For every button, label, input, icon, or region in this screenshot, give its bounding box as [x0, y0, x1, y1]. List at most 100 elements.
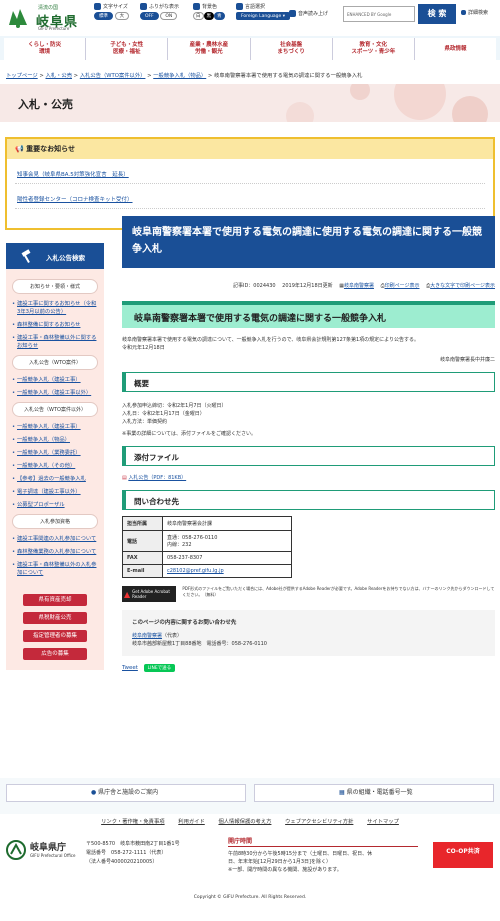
language-control: 言語選択 Foreign Language ▾ [236, 3, 290, 20]
footer-link[interactable]: リンク・著作権・免責事項 [101, 819, 164, 825]
detail-search-link[interactable]: 詳細検索 [461, 9, 488, 16]
font-size-standard-button[interactable]: 標準 [94, 12, 113, 20]
inquiry-address: 岐阜市茜部新屋敷1丁目88番地 電話番号：058-276-0110 [132, 641, 267, 647]
sidebar-link[interactable]: 建設工事に関するお知らせ（令和3年3月以前の公告） [12, 300, 98, 316]
furigana-off-button[interactable]: OFF [140, 12, 159, 20]
sidebar-section-header: 入札参加資格 [12, 514, 98, 529]
notice-item[interactable]: 陽性者登録センター（コロナ検査キット受付） [15, 190, 485, 209]
sidebar-box: お知らせ・要領・様式 建設工事に関するお知らせ（令和3年3月以前の公告） 森林整… [6, 269, 104, 671]
adobe-icon: ▲ [124, 589, 131, 599]
nav-item-infrastructure[interactable]: 社会基盤 まちづくり [250, 38, 333, 60]
sidebar-link[interactable]: 電子調達（建設工事以外） [12, 488, 98, 496]
page-title: 岐阜南警察署本署で使用する電気の調達に使用する電気の調達に関する一般競争入札 [122, 216, 495, 268]
table-row: 電話 直通：058-276-0110 内線：232 [122, 530, 292, 552]
tax-auction-button[interactable]: 県税財産公売 [23, 612, 87, 624]
breadcrumb-link[interactable]: トップページ [6, 73, 38, 79]
language-select[interactable]: Foreign Language ▾ [236, 12, 290, 20]
sidebar-link[interactable]: 一般競争入札（業務委託） [12, 449, 98, 457]
sidebar-link[interactable]: 一般競争入札（建設工事） [12, 423, 98, 431]
print-link[interactable]: 印刷ページ表示 [385, 283, 420, 289]
nav-item-children[interactable]: 子ども・女性 医療・福祉 [86, 38, 169, 60]
font-size-large-button[interactable]: 大 [114, 12, 130, 20]
nav-item-education[interactable]: 教育・文化 スポーツ・青少年 [332, 38, 415, 60]
article-id: 記事ID：0024430 [232, 283, 276, 289]
intro-text: 岐阜南警察署本署で使用する電気の調達について、一般競争入札を行うので、岐阜県会計… [122, 337, 420, 343]
summary-heading: 概要 [122, 372, 495, 392]
adobe-text: PDF形式のファイルをご覧いただく場合には、Adobe社が提供するAdobe R… [182, 586, 495, 597]
print-large-link[interactable]: 大きな文字で印刷ページ表示 [430, 283, 495, 289]
sidebar-link[interactable]: 森林整備に関するお知らせ [12, 321, 98, 329]
sidebar-link[interactable]: 一般競争入札（その他） [12, 462, 98, 470]
bg-white-button[interactable]: 白 [193, 12, 204, 20]
breadcrumb-link[interactable]: 入札公告（WTO案件以外） [80, 73, 146, 79]
sidebar-title: 入札公告検索 [6, 243, 104, 269]
adobe-reader-banner[interactable]: ▲ Get Adobe Acrobat Reader [122, 586, 177, 602]
attachment-link[interactable]: 入札公告（PDF：81KB） [128, 475, 186, 481]
sidebar-section-header: お知らせ・要領・様式 [12, 279, 98, 294]
section-heading: 岐阜南警察署本署で使用する電気の調達に関する一般競争入札 [122, 301, 495, 328]
sidebar-link[interactable]: 一般競争入札（物品） [12, 436, 98, 444]
font-size-icon [94, 3, 101, 10]
ad-recruit-button[interactable]: 広告の募集 [23, 648, 87, 660]
adobe-reader-notice: ▲ Get Adobe Acrobat Reader PDF形式のファイルをご覧い… [122, 586, 495, 602]
inquiry-box: このページの内容に関するお問い合わせ先 岐阜南警察署（代表） 岐阜市茜部新屋敷1… [122, 610, 495, 656]
email-link[interactable]: c28102@pref.gifu.lg.jp [167, 568, 224, 574]
footer-link[interactable]: ウェブアクセシビリティ方針 [285, 819, 353, 825]
bg-color-control: 背景色 白黒青 [193, 3, 225, 20]
sidebar-link[interactable]: 建設工事関連の入札参加について [12, 535, 98, 543]
footer-corp-number: （法人番号4000020210005） [86, 859, 158, 865]
hours-note: ※一部、開庁時間の異なる機関、施設があります。 [228, 867, 342, 873]
sidebar-link[interactable]: 一般競争入札（建設工事） [12, 376, 98, 384]
bg-black-button[interactable]: 黒 [203, 12, 214, 20]
sidebar-link[interactable]: 【参考】過去の一般競争入札 [12, 475, 98, 483]
footer-org-en: GIFU Prefectural Office [30, 853, 76, 858]
sidebar-link[interactable]: 一般競争入札（建設工事以外） [12, 389, 98, 397]
copyright: Copyright © GIFU Prefecture. All Rights … [193, 895, 307, 900]
voice-read-link[interactable]: 音声読み上げ [289, 10, 328, 17]
table-row: 担当所属 岐阜南警察署会計課 [122, 516, 292, 531]
chevron-right-icon [461, 10, 466, 15]
furigana-on-button[interactable]: ON [160, 12, 178, 20]
notice-item[interactable]: 知事会見（岐阜県BA.5対策強化宣言 延長） [15, 165, 485, 184]
banner-decoration [286, 84, 488, 122]
search-button[interactable]: 検 索 [418, 4, 456, 24]
breadcrumb-link[interactable]: 一般競争入札（物品） [153, 73, 206, 79]
tweet-button[interactable]: Tweet [122, 665, 138, 671]
sidebar: 入札公告検索 お知らせ・要領・様式 建設工事に関するお知らせ（令和3年3月以前の… [6, 243, 104, 671]
table-row: FAX 058-237-8307 [122, 551, 292, 565]
gifu-logo-icon[interactable] [6, 5, 30, 29]
footer-link[interactable]: サイトマップ [367, 819, 399, 825]
office-hours: 開庁時間 午前8時30分から午後5時15分まで（土曜日、日曜日、祝日、休 日、年… [228, 838, 418, 874]
footer-address-line: 〒500-8570 岐阜市薮田南2丁目1番1号 [86, 841, 180, 847]
footer-phone: 電話番号 058-272-1111（代表） [86, 850, 167, 856]
department-link[interactable]: 岐阜南警察署 [344, 283, 374, 289]
breadcrumb: トップページ > 入札・公売 > 入札公告（WTO案件以外） > 一般競争入札（… [6, 73, 363, 79]
sidebar-link[interactable]: 森林整備業務の入札参加について [12, 548, 98, 556]
line-share-button[interactable]: LINEで送る [143, 664, 176, 672]
category-banner: 入札・公売 [0, 84, 500, 122]
nav-item-life[interactable]: くらし・防災 環境 [4, 38, 87, 60]
speaker-icon [289, 10, 296, 17]
nav-item-industry[interactable]: 産業・農林水産 労働・観光 [168, 38, 251, 60]
bg-blue-button[interactable]: 青 [214, 12, 225, 20]
nav-item-prefectural-info[interactable]: 県政情報 [414, 38, 497, 60]
map-pin-icon: ● [91, 789, 97, 796]
coop-banner[interactable]: CO-OP共済 [433, 842, 493, 868]
facilities-guide-button[interactable]: ● 県庁舎と施設のご案内 [6, 784, 246, 802]
sidebar-link[interactable]: 公募型プロポーザル [12, 501, 98, 509]
sidebar-link[interactable]: 建設工事・森林整備以外に関するお知らせ [12, 334, 98, 350]
hours-line: 午前8時30分から午後5時15分まで（土曜日、日曜日、祝日、休 [228, 851, 373, 857]
sidebar-link[interactable]: 建設工事・森林整備以外の入札参加について [12, 561, 98, 577]
designated-manager-button[interactable]: 指定管理者の募集 [23, 630, 87, 642]
table-row: E-mail c28102@pref.gifu.lg.jp [122, 564, 292, 578]
site-header: 清流の国 岐阜県 GIFU Prefecture 文字サイズ 標準 大 ふりがな… [0, 0, 500, 34]
search-input[interactable]: ENHANCED BY Google [343, 6, 415, 22]
footer-link[interactable]: 個人情報保護の考え方 [218, 819, 271, 825]
asset-sale-button[interactable]: 県有資産売却 [23, 594, 87, 606]
logo-english: GIFU Prefecture [38, 26, 70, 31]
footer-link[interactable]: 利用ガイド [178, 819, 205, 825]
sidebar-section-header: 入札公告（WTO案件以外） [12, 402, 98, 417]
inquiry-dept-link[interactable]: 岐阜南警察署 [132, 633, 162, 639]
organization-list-button[interactable]: ▦ 県の組織・電話番号一覧 [254, 784, 494, 802]
breadcrumb-link[interactable]: 入札・公売 [46, 73, 73, 79]
